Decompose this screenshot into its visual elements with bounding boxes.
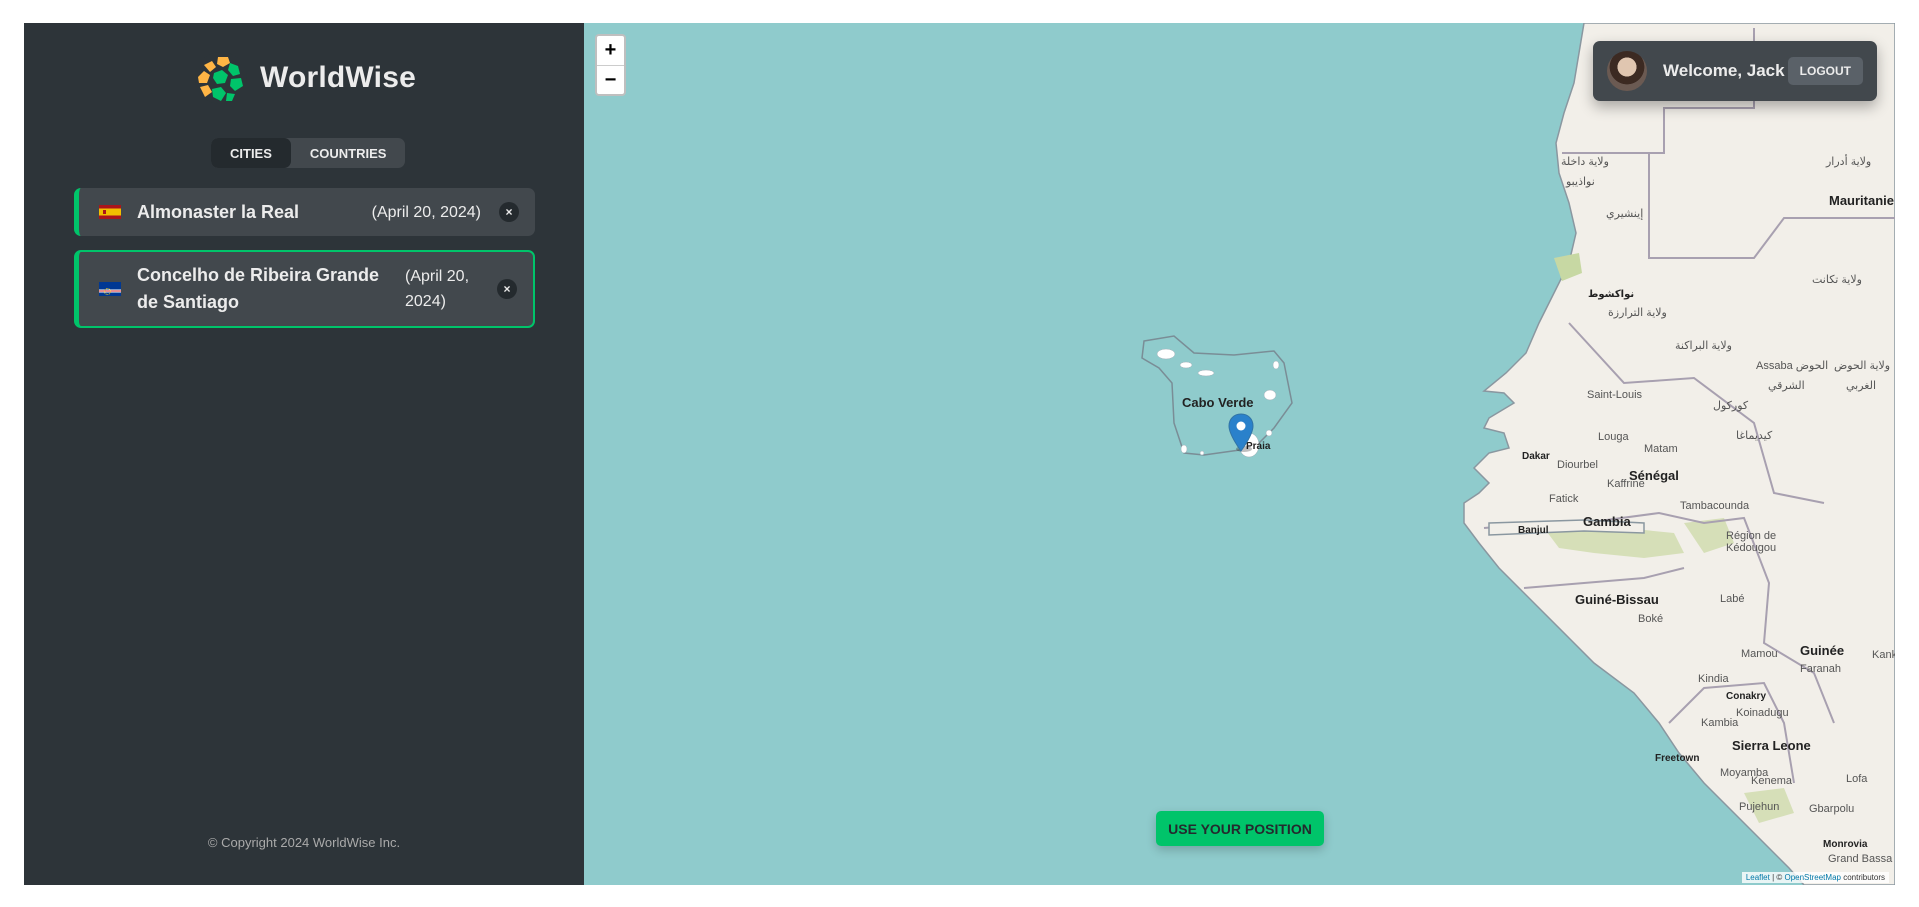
map-label-charqi: الشرقي <box>1768 380 1805 392</box>
map-label-freetown: Freetown <box>1655 753 1700 764</box>
map-label-tagant: ولاية تكانت <box>1812 274 1862 286</box>
avatar <box>1607 51 1647 91</box>
city-date: (April 20, 2024) <box>405 268 470 310</box>
city-list: Almonaster la Real (April 20, 2024) × Co… <box>74 188 535 342</box>
map-label-dakhlet: ولاية داخلة <box>1561 156 1609 168</box>
map-label-matam: Matam <box>1644 443 1678 455</box>
map-label-banjul: Banjul <box>1518 525 1549 536</box>
attribution-suffix: contributors <box>1840 873 1885 882</box>
map-label-monrovia: Monrovia <box>1823 839 1868 850</box>
map-label-kedougou: Région de Kédougou <box>1726 530 1777 554</box>
map-label-kaffrine: Kaffrine <box>1607 478 1645 490</box>
map-label-labe: Labé <box>1720 593 1745 605</box>
app-layout: WorldWise CITIES COUNTRIES Almonaster la… <box>24 23 1895 885</box>
map-label-adrar: ولاية أدرار <box>1826 156 1872 168</box>
map-label-hodh: ولاية الحوض <box>1834 360 1891 372</box>
leaflet-link[interactable]: Leaflet <box>1746 873 1770 882</box>
user-panel: Welcome, Jack LOGOUT <box>1593 41 1877 101</box>
map-label-faranah: Faranah <box>1800 663 1841 675</box>
attribution-separator: | © <box>1769 873 1785 882</box>
map-label-gharbi: الغربي <box>1846 380 1877 392</box>
tab-bar: CITIES COUNTRIES <box>211 138 406 168</box>
map-label-boke: Boké <box>1638 613 1664 625</box>
map-label-guinee: Guinée <box>1800 643 1845 658</box>
city-name: Almonaster la Real <box>137 201 300 222</box>
map-label-koinadugu: Koinadugu <box>1736 707 1789 719</box>
city-item[interactable]: Almonaster la Real (April 20, 2024) × <box>74 188 535 236</box>
map-pin-icon[interactable] <box>1228 413 1254 453</box>
map-label-saint-louis: Saint-Louis <box>1587 389 1643 401</box>
delete-city-button[interactable]: × <box>499 202 519 222</box>
map-label-tambacounda: Tambacounda <box>1680 500 1750 512</box>
map-label-grand-bassa: Grand Bassa <box>1828 853 1893 865</box>
map-label-louga: Louga <box>1598 431 1629 443</box>
app-title: WorldWise <box>260 61 416 94</box>
map-label-mamou: Mamou <box>1741 648 1778 660</box>
city-item-active[interactable]: Concelho de Ribeira Grande de Santiago (… <box>74 250 535 328</box>
map-label-gbarpolu: Gbarpolu <box>1809 803 1855 815</box>
spain-flag-icon <box>99 205 121 219</box>
map-label-fatick: Fatick <box>1549 493 1579 505</box>
use-position-button[interactable]: USE YOUR POSITION <box>1156 811 1324 846</box>
map-label-kindia: Kindia <box>1698 673 1729 685</box>
map-label-mauritanie: Mauritanie <box>1829 193 1895 208</box>
map-label-gambia: Gambia <box>1583 514 1631 529</box>
map-label-pujehun: Pujehun <box>1739 801 1780 813</box>
map-label-kenema: Kenema <box>1751 775 1792 787</box>
map-label-cabo-verde: Cabo Verde <box>1182 395 1254 410</box>
map-label-diourbel: Diourbel <box>1557 459 1598 471</box>
map-label-trarza: ولاية الترارزة <box>1608 307 1667 319</box>
city-date: (April 20, 2024) <box>371 203 481 221</box>
welcome-text: Welcome, Jack <box>1663 61 1785 80</box>
delete-city-button[interactable]: × <box>497 279 517 299</box>
cape-verde-flag-icon <box>99 282 121 296</box>
map-label-kambia: Kambia <box>1701 717 1739 729</box>
map-label-inchiri: إينشيري <box>1606 208 1644 220</box>
copyright: © Copyright 2024 WorldWise Inc. <box>207 835 401 850</box>
map-label-guinee-bissau: Guiné-Bissau <box>1575 592 1659 607</box>
tab-cities[interactable]: CITIES <box>211 138 291 168</box>
sidebar: WorldWise CITIES COUNTRIES Almonaster la… <box>24 23 584 885</box>
tab-countries[interactable]: COUNTRIES <box>291 138 406 168</box>
map-label-assaba: Assaba الحوض <box>1756 360 1829 372</box>
city-name: Concelho de Ribeira Grande de Santiago <box>137 265 380 312</box>
map-label-guidimakha: كيديماغا <box>1736 430 1773 442</box>
map-label-dakar: Dakar <box>1522 451 1550 462</box>
logout-button[interactable]: LOGOUT <box>1787 57 1863 85</box>
map-label-brakna: ولاية البراكنة <box>1675 340 1732 352</box>
map-label-conakry: Conakry <box>1726 691 1767 702</box>
map-label-gorgol: كوركول <box>1713 400 1749 412</box>
map-label-nouakchott: نواكشوط <box>1588 289 1635 300</box>
zoom-in-button[interactable]: + <box>597 36 624 65</box>
logo-globe-icon <box>195 52 247 104</box>
zoom-out-button[interactable]: − <box>597 65 624 94</box>
map-attribution: Leaflet | © OpenStreetMap contributors <box>1741 872 1889 883</box>
map-container[interactable]: Cabo Verde Praia Mauritanie Sénégal Gamb… <box>584 23 1895 885</box>
map-label-nouadhibou: نواذيبو <box>1566 176 1595 188</box>
logo[interactable]: WorldWise <box>194 51 416 105</box>
osm-link[interactable]: OpenStreetMap <box>1784 873 1840 882</box>
map-label-lofa: Lofa <box>1846 773 1868 785</box>
map-label-kankan: Kank <box>1872 649 1895 661</box>
zoom-control: + − <box>595 34 626 96</box>
map-label-sierra-leone: Sierra Leone <box>1732 738 1811 753</box>
